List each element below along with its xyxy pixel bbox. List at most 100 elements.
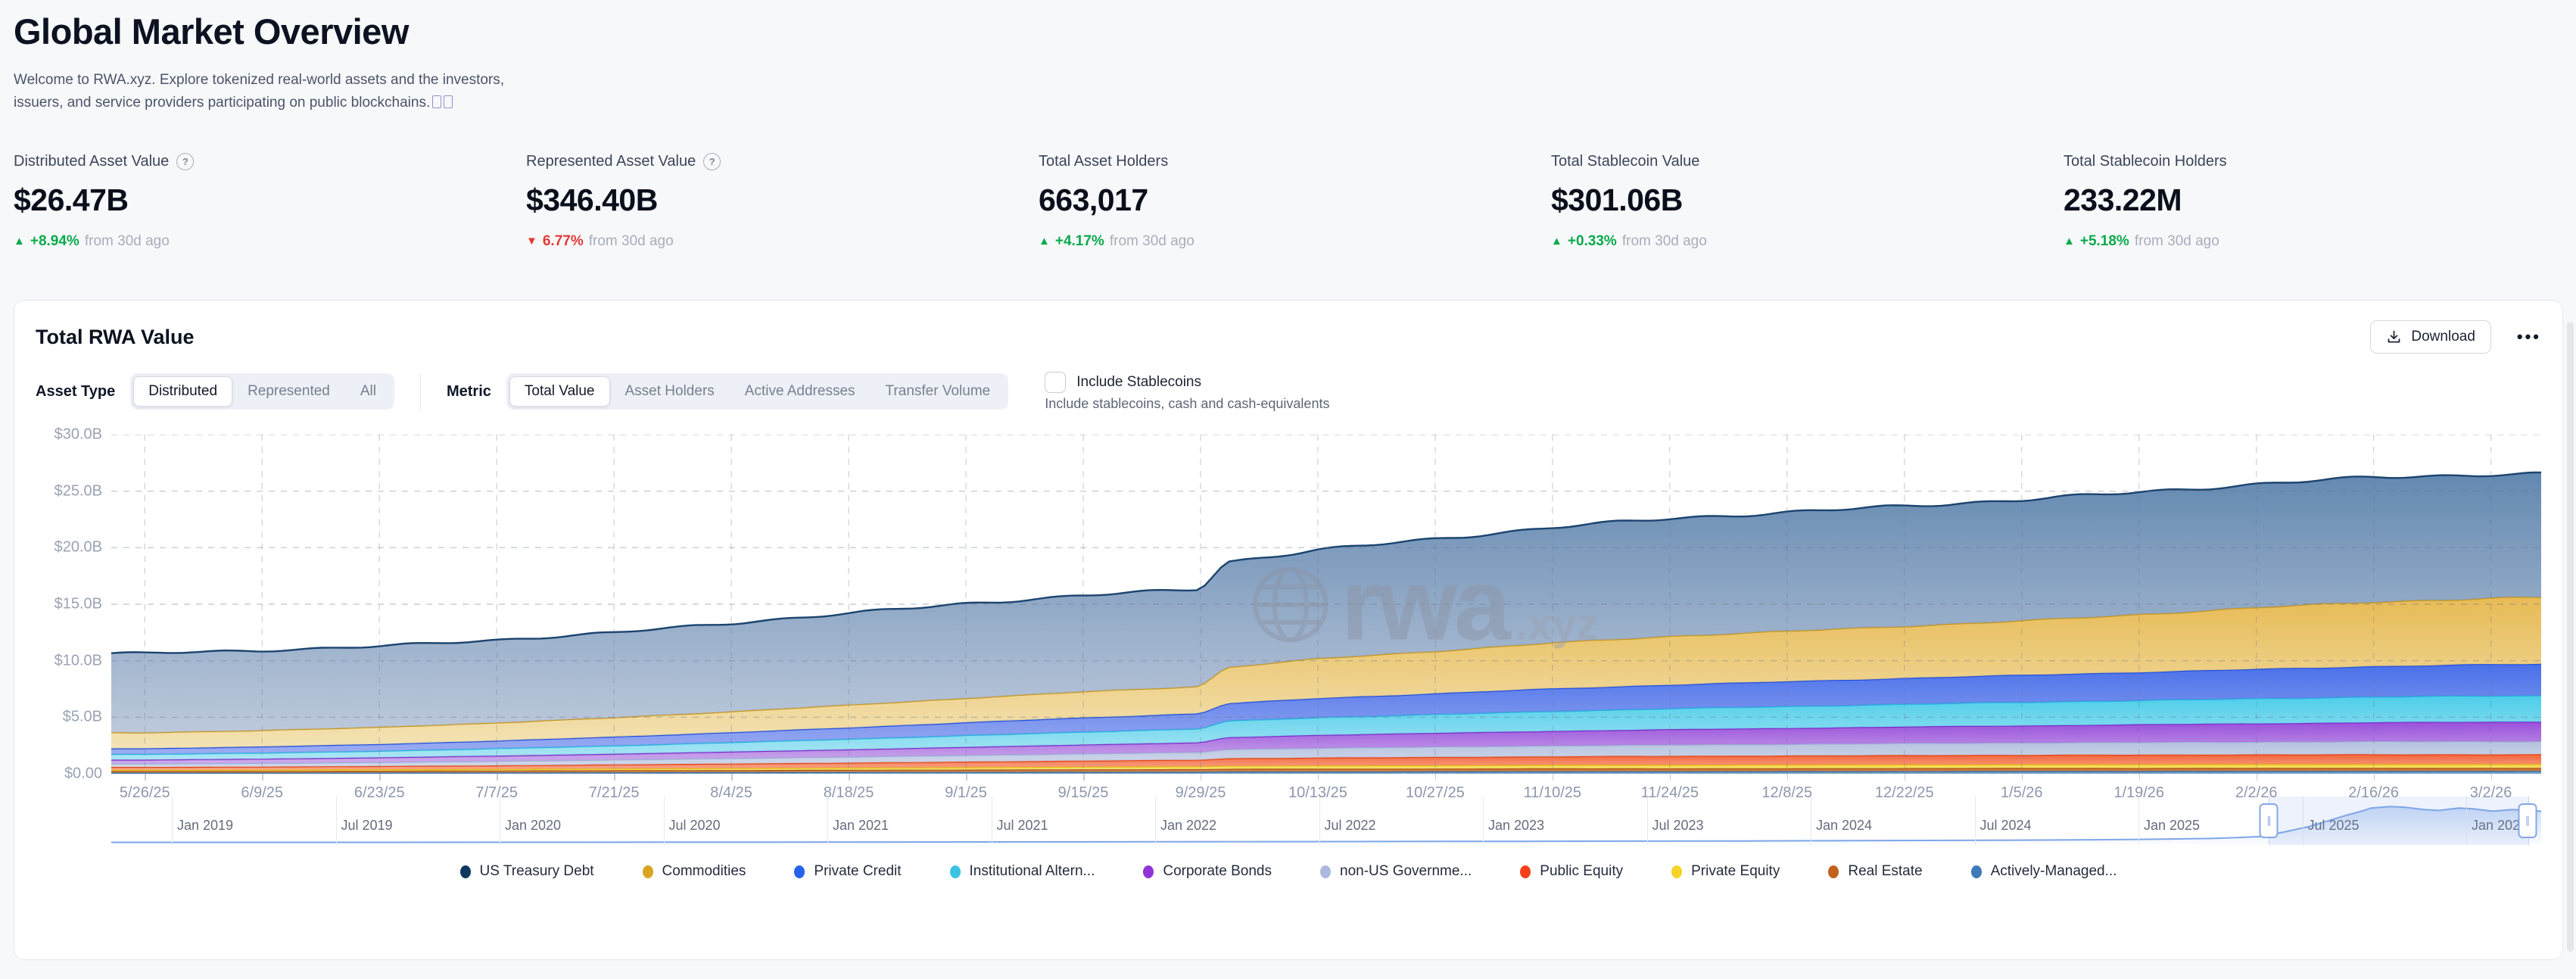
brush-selection[interactable] (2269, 797, 2529, 845)
stat-label: Total Stablecoin Holders (2064, 153, 2227, 170)
scrollbar-thumb[interactable] (2567, 322, 2574, 952)
y-axis-tick-label: $5.0B (63, 709, 102, 726)
timeline-separator (172, 797, 173, 845)
stat-delta: ▲ +8.94% from 30d ago (14, 233, 526, 250)
legend-item[interactable]: non-US Governme... (1320, 863, 1472, 880)
legend-label: Private Credit (814, 863, 901, 880)
global-market-overview-page: Global Market Overview Welcome to RWA.xy… (0, 0, 2576, 979)
metric-label: Metric (447, 383, 491, 401)
more-options-icon[interactable]: ••• (2517, 327, 2541, 347)
legend-item[interactable]: Private Credit (794, 863, 901, 880)
timeline-label: Jul 2019 (341, 818, 393, 834)
x-axis-tick (2491, 774, 2493, 781)
legend-item[interactable]: Institutional Altern... (950, 863, 1095, 880)
delta-percent: +4.17% (1055, 233, 1104, 250)
info-icon[interactable]: ? (703, 153, 721, 170)
legend-item[interactable]: Commodities (643, 863, 746, 880)
x-axis-tick (966, 774, 967, 781)
x-axis-tick (614, 774, 615, 781)
x-axis-tick (1787, 774, 1789, 781)
y-axis-tick-label: $10.0B (55, 652, 102, 669)
delta-arrow-icon: ▲ (14, 235, 25, 248)
stat-label: Total Stablecoin Value (1551, 153, 1699, 170)
legend-dot-icon (1520, 865, 1531, 878)
stat-label: Total Asset Holders (1039, 153, 1168, 170)
y-axis-tick-label: $20.0B (55, 539, 102, 557)
y-axis-tick-label: $25.0B (55, 482, 102, 500)
timeline-label: Jan 2024 (1816, 818, 1872, 834)
legend-item[interactable]: Corporate Bonds (1143, 863, 1272, 880)
timeline-separator (1975, 797, 1976, 845)
missing-emoji-icon (444, 95, 453, 108)
y-axis-tick-label: $0.00 (64, 765, 102, 783)
legend-dot-icon (1671, 865, 1682, 878)
legend-item[interactable]: Actively-Managed... (1971, 863, 2117, 880)
timeline-label: Jul 2024 (1980, 818, 2032, 834)
x-axis-tick (1670, 774, 1671, 781)
asset-type-option-represented[interactable]: Represented (232, 376, 345, 407)
asset-type-option-distributed[interactable]: Distributed (133, 376, 232, 407)
total-rwa-value-card: Total RWA Value Download ••• Asset Type … (14, 300, 2563, 960)
timeline-label: Jul 2022 (1325, 818, 1376, 834)
timeline-separator (336, 797, 337, 845)
legend-item[interactable]: Private Equity (1671, 863, 1780, 880)
stats-row: Distributed Asset Value? $26.47B ▲+8.94%… (14, 153, 2576, 250)
include-stablecoins-sublabel: Include stablecoins, cash and cash-equiv… (1045, 396, 1329, 412)
legend-label: Commodities (662, 863, 746, 880)
legend-dot-icon (794, 865, 805, 878)
legend-label: US Treasury Debt (480, 863, 594, 880)
metric-option-active-addresses[interactable]: Active Addresses (730, 376, 871, 407)
include-stablecoins-checkbox[interactable] (1045, 372, 1066, 393)
stat-represented-asset-value: Represented Asset Value? $346.40B ▼6.77%… (526, 153, 1039, 250)
include-stablecoins-block: Include Stablecoins Include stablecoins,… (1045, 372, 1329, 412)
stat-label: Distributed Asset Value (14, 153, 169, 170)
y-axis-tick-label: $30.0B (55, 426, 102, 444)
legend-item[interactable]: Public Equity (1520, 863, 1623, 880)
stat-value: 233.22M (2064, 182, 2576, 218)
legend-dot-icon (1828, 865, 1839, 878)
delta-period: from 30d ago (1110, 233, 1195, 250)
metric-option-total-value[interactable]: Total Value (509, 376, 610, 407)
brush-handle-left[interactable]: ∥ (2260, 803, 2279, 838)
page-header: Global Market Overview Welcome to RWA.xy… (0, 0, 2576, 115)
x-axis-tick (1435, 774, 1437, 781)
timeline-separator (1319, 797, 1320, 845)
chart-controls: Asset Type Distributed Represented All M… (36, 373, 2541, 412)
brush-handle-right[interactable]: ∥ (2518, 803, 2537, 838)
delta-percent: 6.77% (543, 233, 584, 250)
legend-dot-icon (1971, 865, 1982, 878)
info-icon[interactable]: ? (176, 153, 194, 170)
timeline-label: Jul 2021 (997, 818, 1048, 834)
timeline-separator (2138, 797, 2139, 845)
stat-label: Represented Asset Value (526, 153, 696, 170)
y-axis-tick-label: $15.0B (55, 596, 102, 613)
chart-zone: $30.0B$25.0B$20.0B$15.0B$10.0B$5.0B$0.00… (36, 435, 2541, 774)
date-range-brush-timeline[interactable]: Jan 2019Jul 2019Jan 2020Jul 2020Jan 2021… (111, 797, 2541, 845)
timeline-separator (1155, 797, 1156, 845)
delta-period: from 30d ago (589, 233, 674, 250)
timeline-label: Jan 2019 (177, 818, 233, 834)
controls-divider (420, 373, 421, 410)
download-button[interactable]: Download (2370, 320, 2491, 354)
legend-item[interactable]: US Treasury Debt (460, 863, 594, 880)
download-label: Download (2411, 329, 2475, 345)
x-axis-tick (1905, 774, 1906, 781)
stat-total-asset-holders: Total Asset Holders 663,017 ▲+4.17%from … (1039, 153, 1551, 250)
stat-delta: ▼6.77%from 30d ago (526, 233, 1039, 250)
metric-option-transfer-volume[interactable]: Transfer Volume (871, 376, 1006, 407)
delta-percent: +8.94% (30, 233, 79, 250)
asset-type-segmented-control: Distributed Represented All (130, 373, 394, 410)
x-axis-tick (2139, 774, 2141, 781)
legend-item[interactable]: Real Estate (1828, 863, 1922, 880)
legend-dot-icon (460, 865, 471, 878)
delta-arrow-icon: ▲ (2064, 235, 2075, 248)
asset-type-option-all[interactable]: All (345, 376, 391, 407)
timeline-separator (664, 797, 665, 845)
delta-period: from 30d ago (85, 233, 170, 250)
legend-label: Institutional Altern... (970, 863, 1095, 880)
x-axis-tick (731, 774, 733, 781)
x-axis-tick (2374, 774, 2375, 781)
stacked-area-plot[interactable]: rwa .xyz (111, 435, 2541, 774)
stat-value: $346.40B (526, 182, 1039, 218)
metric-option-asset-holders[interactable]: Asset Holders (610, 376, 730, 407)
